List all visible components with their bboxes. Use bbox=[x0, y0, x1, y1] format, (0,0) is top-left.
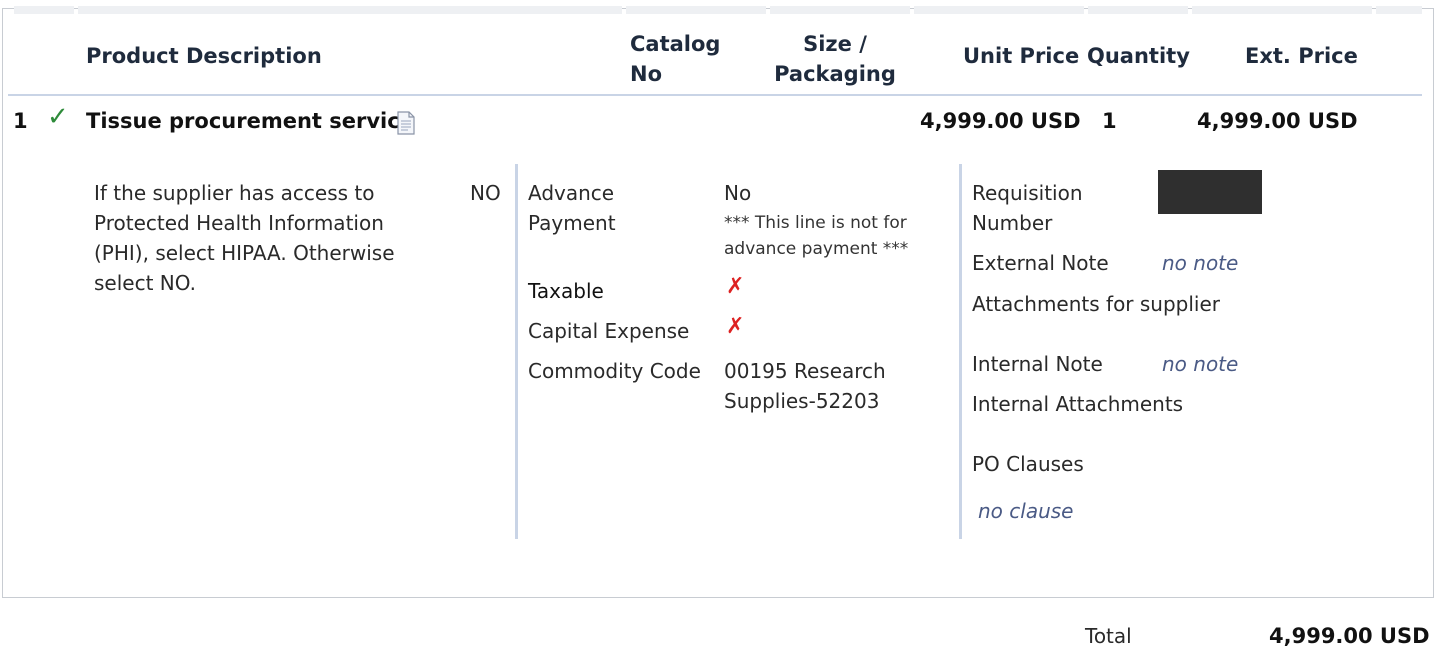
document-icon[interactable] bbox=[396, 111, 416, 135]
po-clauses-value: no clause bbox=[978, 499, 1074, 523]
header-top-strip bbox=[14, 6, 1422, 14]
attachments-supplier-label: Attachments for supplier bbox=[972, 292, 1221, 316]
advance-payment-note: *** This line is not for advance payment… bbox=[724, 213, 909, 259]
line-unit-price: 4,999.00 USD bbox=[920, 109, 1081, 133]
header-ext-price[interactable]: Ext. Price bbox=[1245, 41, 1358, 71]
line-ext-price: 4,999.00 USD bbox=[1197, 109, 1358, 133]
advance-payment-label: Advance Payment bbox=[528, 181, 616, 235]
advance-payment-value: No bbox=[724, 181, 752, 205]
internal-note-label: Internal Note bbox=[972, 352, 1103, 376]
commodity-code-value: 00195 Research Supplies-52203 bbox=[724, 359, 886, 413]
total-value: 4,999.00 USD bbox=[1269, 624, 1430, 648]
header-separator bbox=[8, 94, 1422, 96]
header-size-packaging[interactable]: Size / Packaging bbox=[770, 29, 900, 89]
line-quantity: 1 bbox=[1102, 109, 1117, 133]
external-note-value[interactable]: no note bbox=[1162, 248, 1238, 278]
capital-expense-label: Capital Expense bbox=[528, 319, 690, 343]
requisition-number-label: Requisition Number bbox=[972, 181, 1083, 235]
external-note-label: External Note bbox=[972, 251, 1109, 275]
header-product-description[interactable]: Product Description bbox=[86, 41, 322, 71]
total-label: Total bbox=[1085, 624, 1132, 648]
header-quantity[interactable]: Quantity bbox=[1087, 41, 1190, 71]
internal-attachments-label: Internal Attachments bbox=[972, 392, 1184, 416]
check-icon: ✓ bbox=[47, 102, 69, 132]
internal-note-value[interactable]: no note bbox=[1162, 349, 1238, 379]
detail-divider-left bbox=[515, 164, 518, 539]
taxable-x-icon: ✗ bbox=[726, 274, 745, 299]
hipaa-question: If the supplier has access to Protected … bbox=[94, 181, 395, 295]
commodity-code-label: Commodity Code bbox=[528, 359, 701, 383]
detail-divider-right bbox=[959, 164, 962, 539]
hipaa-answer: NO bbox=[470, 181, 501, 205]
taxable-label: Taxable bbox=[528, 279, 604, 303]
requisition-number-redacted bbox=[1158, 170, 1262, 214]
capital-expense-x-icon: ✗ bbox=[726, 314, 745, 339]
header-catalog-no[interactable]: Catalog No bbox=[630, 29, 730, 89]
po-clauses-label: PO Clauses bbox=[972, 452, 1084, 476]
line-description[interactable]: Tissue procurement service bbox=[86, 106, 414, 136]
header-unit-price[interactable]: Unit Price bbox=[963, 41, 1079, 71]
line-number: 1 bbox=[13, 109, 28, 133]
